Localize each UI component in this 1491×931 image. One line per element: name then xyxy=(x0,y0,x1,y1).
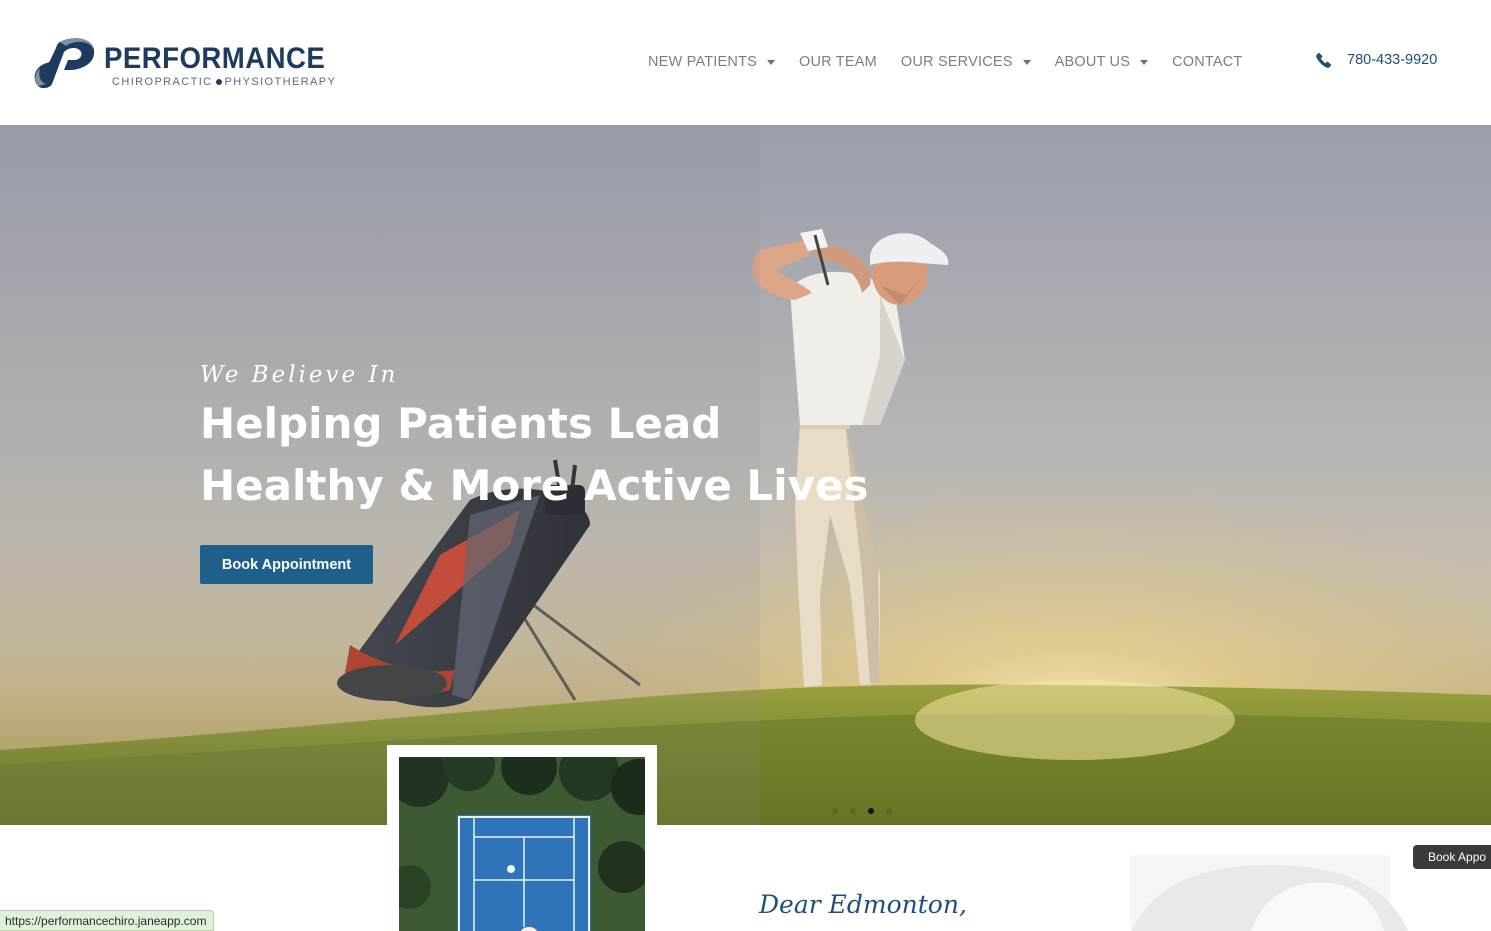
phone-number: 780-433-9920 xyxy=(1347,52,1438,68)
main-nav: NEW PATIENTS OUR TEAM OUR SERVICES ABOUT… xyxy=(648,52,1266,72)
decorative-image xyxy=(1130,855,1409,931)
intro-greeting: Dear Edmonton, xyxy=(759,890,967,919)
floating-book-appointment-button[interactable]: Book Appo xyxy=(1413,845,1491,869)
tennis-court-image xyxy=(399,757,645,931)
nav-our-team-label: OUR TEAM xyxy=(799,54,877,70)
brand-logo[interactable]: PERFORMANCE CHIROPRACTIC PHYSIOTHERAPY xyxy=(30,34,335,94)
chevron-down-icon xyxy=(1140,60,1149,65)
nav-our-services-label: OUR SERVICES xyxy=(900,54,1013,70)
slider-dot-4[interactable] xyxy=(886,808,892,814)
phone-link[interactable]: 780-433-9920 xyxy=(1316,52,1437,68)
slider-dot-3[interactable] xyxy=(868,808,874,814)
nav-contact-label: CONTACT xyxy=(1172,54,1243,70)
book-appointment-button[interactable]: Book Appointment xyxy=(200,545,373,584)
slider-dot-1[interactable] xyxy=(832,808,838,814)
browser-status-url: https://performancechiro.janeapp.com xyxy=(0,910,215,931)
phone-icon xyxy=(1316,52,1332,68)
hero-script-heading: We Believe In xyxy=(200,362,399,388)
hero-title-line-2: Healthy & More Active Lives xyxy=(200,461,869,510)
nav-contact[interactable]: CONTACT xyxy=(1172,54,1242,70)
nav-our-team[interactable]: OUR TEAM xyxy=(799,54,877,70)
chevron-down-icon xyxy=(767,60,776,65)
hero-slider: We Believe In Helping Patients Lead Heal… xyxy=(0,125,1491,825)
nav-new-patients[interactable]: NEW PATIENTS xyxy=(648,54,776,70)
nav-new-patients-label: NEW PATIENTS xyxy=(648,54,758,70)
brand-name: PERFORMANCE xyxy=(104,42,326,75)
brand-subtitle: CHIROPRACTIC PHYSIOTHERAPY xyxy=(112,76,336,88)
hero-title-line-1: Helping Patients Lead xyxy=(200,399,722,448)
brand-dot-icon xyxy=(215,78,222,85)
chevron-down-icon xyxy=(1022,60,1031,65)
tennis-photo-card xyxy=(387,745,657,931)
brand-subtitle-left: CHIROPRACTIC xyxy=(112,76,213,88)
site-header: PERFORMANCE CHIROPRACTIC PHYSIOTHERAPY NE… xyxy=(0,0,1491,125)
brand-subtitle-right: PHYSIOTHERAPY xyxy=(224,76,337,88)
hero-title: Helping Patients Lead Healthy & More Act… xyxy=(200,393,868,517)
slider-dot-2[interactable] xyxy=(850,808,856,814)
logo-mark-icon xyxy=(34,38,95,89)
nav-about-us-label: ABOUT US xyxy=(1054,54,1131,70)
nav-about-us[interactable]: ABOUT US xyxy=(1054,54,1149,70)
tennis-court-icon xyxy=(399,757,645,931)
nav-our-services[interactable]: OUR SERVICES xyxy=(901,54,1031,70)
slider-dots xyxy=(832,808,904,814)
